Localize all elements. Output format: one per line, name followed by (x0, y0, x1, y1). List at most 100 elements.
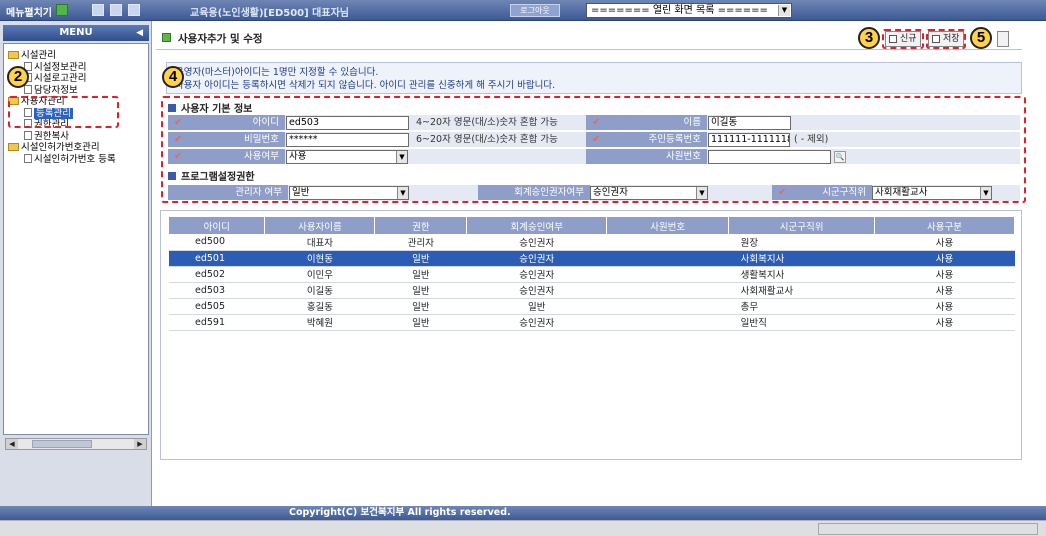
column-header[interactable]: 아이디 (169, 217, 266, 234)
new-button[interactable]: 신규 (885, 31, 921, 47)
new-doc-icon (889, 35, 897, 43)
table-cell: 이현동 (264, 250, 375, 267)
sidebar-item[interactable]: 담당자정보 (8, 84, 144, 97)
collapse-icon[interactable]: ◀ (136, 25, 143, 41)
save-button[interactable]: 저장 (928, 31, 964, 47)
status-bar (0, 520, 1046, 536)
use-label: ✔ 사용여부 (168, 149, 285, 165)
sidebar-item[interactable]: 시설인허가번호 등록 (8, 153, 144, 166)
table-cell: 사회재활교사 (728, 282, 875, 299)
table-row[interactable]: ed591 박혜원 일반 승인권자 일반직 사용 (169, 314, 1015, 331)
admin-select[interactable]: 일반 ▼ (289, 186, 409, 200)
table-row[interactable]: ed505 홍길동 일반 일반 총무 사용 (169, 298, 1015, 315)
page-title: 사용자추가 및 수정 (178, 33, 263, 45)
column-header[interactable]: 회계승인여부 (466, 217, 608, 234)
table-row[interactable]: ed501 이현동 일반 승인권자 사회복지사 사용 (169, 250, 1015, 267)
required-check-icon: ✔ (174, 117, 183, 128)
save-button-label: 저장 (943, 34, 960, 44)
approver-select-value: 승인권자 (593, 187, 628, 198)
sidebar-item[interactable]: 시설인허가번호관리 (8, 142, 144, 154)
sidebar-item[interactable]: 권한복사 (8, 130, 144, 143)
table-cell: 사용 (874, 298, 1015, 315)
window-icon[interactable] (92, 4, 104, 16)
employee-no-input[interactable] (708, 150, 831, 164)
table-cell: 대표자 (264, 234, 375, 251)
user-grid: 아이디 사용자이름 권한 회계승인여부 사원번호 시군구직위 사용구분 ed500 대표자 관리… (160, 210, 1022, 460)
search-icon[interactable]: 🔍 (834, 151, 846, 163)
required-check-icon: ✔ (592, 134, 601, 145)
rrn-input[interactable]: 111111-1111118 (708, 133, 790, 147)
basic-info-heading-text: 사용자 기본 정보 (181, 104, 253, 115)
column-header[interactable]: 시군구직위 (728, 217, 876, 234)
employee-no-label: 사원번호 (586, 149, 707, 165)
password-input[interactable]: ****** (286, 133, 409, 147)
table-cell: 사용 (874, 234, 1015, 251)
position-select[interactable]: 사회재활교사 ▼ (872, 186, 992, 200)
chevron-down-icon: ▼ (696, 187, 707, 199)
sidebar-item[interactable]: 시설관리 (8, 50, 144, 62)
table-cell: 승인권자 (466, 250, 607, 267)
id-input[interactable]: ed503 (286, 116, 409, 130)
column-header[interactable]: 사원번호 (606, 217, 730, 234)
required-check-icon: ✔ (592, 117, 601, 128)
column-header[interactable]: 사용자이름 (264, 217, 376, 234)
table-cell: 사용 (874, 266, 1015, 283)
name-input[interactable]: 이길동 (708, 116, 791, 130)
form-row-use: ✔ 사용여부 사용 ▼ 사원번호 🔍 (168, 149, 1020, 165)
table-cell: 사용 (874, 250, 1015, 267)
basic-info-heading: 사용자 기본 정보 (168, 100, 252, 115)
sidebar-item-label: 권한관리 (34, 119, 69, 130)
table-row[interactable]: ed502 이민우 일반 승인권자 생활복지사 사용 (169, 266, 1015, 283)
marker-2: 2 (7, 66, 29, 88)
sidebar-item-label: 시설로고관리 (34, 73, 87, 84)
employee-no-label-text: 사원번호 (666, 151, 701, 162)
table-cell: ed501 (169, 250, 265, 267)
scroll-left-icon[interactable]: ◀ (6, 439, 18, 449)
app-window: 메뉴펼치기 교육용(노인생활)[ED500] 대표자님 로그아웃 =======… (0, 0, 1046, 536)
sidebar-item[interactable]: 권한관리 (8, 119, 144, 131)
required-check-icon: ✔ (174, 151, 183, 162)
menu-tree: 시설관리 시설정보관리 시설로고관리 담당자정보 사용자관리 등록관리 권한관리 권한복사 시설… (3, 43, 149, 435)
scroll-thumb[interactable] (32, 440, 92, 448)
id-hint: 4~20자 영문(대/소)숫자 혼합 가능 (412, 115, 586, 131)
marker-5: 5 (970, 27, 992, 49)
tile-vertical-icon[interactable] (128, 4, 140, 16)
table-cell: 사회복지사 (728, 250, 875, 267)
sidebar-item[interactable]: 사용자관리 (8, 96, 144, 108)
table-cell: 일반 (374, 282, 467, 299)
table-row[interactable]: ed500 대표자 관리자 승인권자 원장 사용 (169, 234, 1015, 251)
status-pane (818, 523, 1038, 535)
sidebar-item[interactable]: 등록관리 (8, 107, 144, 120)
column-header[interactable]: 사용구분 (874, 217, 1015, 234)
tile-horizontal-icon[interactable] (110, 4, 122, 16)
extra-button[interactable] (997, 31, 1009, 47)
section-bullet-icon (168, 172, 176, 180)
marker-3: 3 (858, 27, 880, 49)
sidebar-horizontal-scrollbar[interactable]: ◀ ▶ (5, 438, 147, 450)
table-header-row: 아이디 사용자이름 권한 회계승인여부 사원번호 시군구직위 사용구분 (169, 217, 1015, 234)
column-header[interactable]: 권한 (374, 217, 468, 234)
sidebar-item-label: 등록관리 (34, 107, 73, 119)
expand-icon[interactable] (56, 4, 68, 16)
approver-select[interactable]: 승인권자 ▼ (590, 186, 708, 200)
title-bullet-icon (162, 33, 171, 42)
table-cell: ed500 (169, 234, 265, 251)
folder-icon (8, 143, 19, 151)
logout-button[interactable]: 로그아웃 (510, 4, 560, 17)
menu-toggle-label[interactable]: 메뉴펼치기 (6, 4, 52, 19)
table-cell (606, 250, 729, 267)
main-content: 사용자추가 및 수정 신규 저장 운영자(마스터)아이디는 1명만 지정할 수 … (156, 26, 1024, 506)
sidebar-item[interactable]: 시설정보관리 (8, 61, 144, 74)
open-screens-select[interactable]: ======= 열린 화면 목록 ====== ▼ (586, 3, 792, 18)
table-cell: 승인권자 (466, 234, 607, 251)
scroll-right-icon[interactable]: ▶ (134, 439, 146, 449)
sidebar: MENU ◀ 시설관리 시설정보관리 시설로고관리 담당자정보 사용자관리 등록관리 권한관… (0, 21, 152, 506)
sidebar-item-label: 시설관리 (21, 50, 56, 61)
footer: Copyright(C) 보건복지부 All rights reserved. (0, 506, 1046, 520)
table-body: ed500 대표자 관리자 승인권자 원장 사용 ed501 이현동 일반 승인권자 사회복지사 사용… (169, 234, 1015, 331)
table-cell: 일반 (374, 298, 467, 315)
use-select[interactable]: 사용 ▼ (286, 150, 408, 164)
table-row[interactable]: ed503 이길동 일반 승인권자 사회재활교사 사용 (169, 282, 1015, 299)
table-cell: 승인권자 (466, 282, 607, 299)
rrn-note: ( - 제외) (794, 134, 829, 145)
